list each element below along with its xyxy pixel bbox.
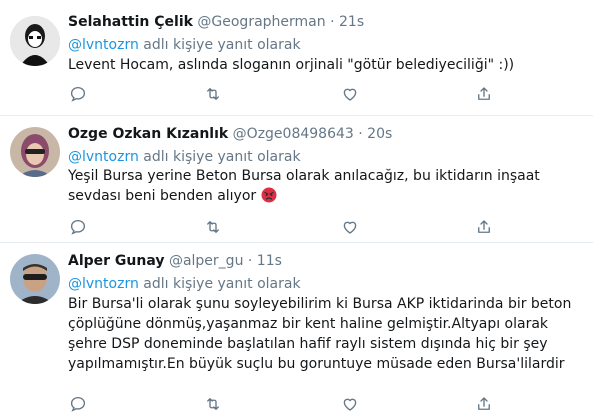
retweet-icon: [207, 221, 219, 233]
username[interactable]: @Ozge08498643: [233, 126, 354, 142]
reply-button[interactable]: [69, 395, 89, 415]
tweet-header: Selahattin Çelik @Geographerman · 21s: [68, 13, 364, 31]
reply-context: @lvntozrn adlı kişiye yanıt olarak: [68, 275, 301, 293]
share-icon: [478, 397, 490, 410]
avatar[interactable]: [10, 254, 60, 304]
display-name[interactable]: Alper Gunay: [68, 253, 165, 269]
avatar-image: [10, 16, 60, 66]
timestamp[interactable]: 11s: [257, 253, 282, 269]
retweet-button[interactable]: [204, 218, 224, 238]
tweet-2[interactable]: Ozge Ozkan Kızanlık @Ozge08498643 · 20s …: [0, 116, 593, 242]
reply-button[interactable]: [69, 85, 89, 105]
reply-context: @lvntozrn adlı kişiye yanıt olarak: [68, 36, 301, 54]
like-icon: [343, 221, 357, 234]
tweet-3[interactable]: Alper Gunay @alper_gu · 11s @lvntozrn ad…: [0, 243, 593, 420]
retweet-icon: [207, 398, 219, 410]
share-button[interactable]: [475, 395, 495, 415]
share-icon: [478, 220, 490, 233]
display-name[interactable]: Ozge Ozkan Kızanlık: [68, 126, 228, 142]
timestamp[interactable]: 20s: [367, 126, 392, 142]
timestamp[interactable]: 21s: [339, 14, 364, 30]
like-button[interactable]: [341, 395, 361, 415]
tweet-1[interactable]: Selahattin Çelik @Geographerman · 21s @l…: [0, 0, 593, 115]
mention-link[interactable]: @lvntozrn: [68, 149, 139, 165]
avatar-image: [10, 254, 60, 304]
tweet-text-content: Yeşil Bursa yerine Beton Bursa olarak an…: [68, 168, 540, 204]
share-icon: [478, 87, 490, 100]
share-button[interactable]: [475, 218, 495, 238]
angry-face-icon: [261, 187, 277, 203]
reply-icon: [70, 396, 86, 412]
reply-icon: [70, 219, 86, 235]
avatar[interactable]: [10, 127, 60, 177]
share-button[interactable]: [475, 85, 495, 105]
reply-button[interactable]: [69, 218, 89, 238]
like-icon: [343, 88, 357, 101]
username[interactable]: @alper_gu: [169, 253, 243, 269]
mention-link[interactable]: @lvntozrn: [68, 276, 139, 292]
reply-context-text: adlı kişiye yanıt olarak: [138, 276, 301, 292]
tweet-header: Ozge Ozkan Kızanlık @Ozge08498643 · 20s: [68, 125, 392, 143]
separator: ·: [358, 126, 363, 142]
avatar-image: [10, 127, 60, 177]
tweet-text: Yeşil Bursa yerine Beton Bursa olarak an…: [68, 166, 578, 206]
mention-link[interactable]: @lvntozrn: [68, 37, 139, 53]
like-button[interactable]: [341, 218, 361, 238]
retweet-icon: [207, 88, 219, 100]
username[interactable]: @Geographerman: [197, 14, 325, 30]
avatar[interactable]: [10, 16, 60, 66]
separator: ·: [247, 253, 253, 269]
tweet-actions: [68, 85, 508, 105]
reply-context-text: adlı kişiye yanıt olarak: [138, 37, 301, 53]
separator: ·: [330, 14, 335, 30]
display-name[interactable]: Selahattin Çelik: [68, 14, 193, 30]
tweet-text: Bir Bursa'li olarak şunu soyleyebilirim …: [68, 296, 572, 372]
reply-context: @lvntozrn adlı kişiye yanıt olarak: [68, 148, 301, 166]
tweet-actions: [68, 395, 508, 415]
reply-icon: [70, 86, 86, 102]
like-icon: [343, 398, 357, 411]
retweet-button[interactable]: [204, 395, 224, 415]
reply-context-text: adlı kişiye yanıt olarak: [138, 149, 301, 165]
tweet-actions: [68, 218, 508, 238]
tweet-text: Levent Hocam, aslında sloganın orjinali …: [68, 57, 515, 73]
tweet-header: Alper Gunay @alper_gu · 11s: [68, 252, 282, 270]
like-button[interactable]: [341, 85, 361, 105]
retweet-button[interactable]: [204, 85, 224, 105]
